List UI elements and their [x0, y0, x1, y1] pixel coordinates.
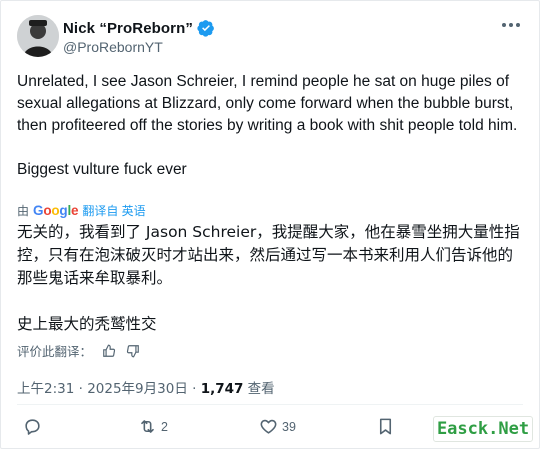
- translated-text: 无关的，我看到了 Jason Schreier，我提醒大家，他在暴雪坐拥大量性指…: [17, 223, 520, 333]
- views-count: 1,747: [200, 381, 244, 397]
- translation-prefix: 由: [17, 204, 30, 218]
- author-handle[interactable]: @ProRebornYT: [63, 39, 163, 55]
- avatar[interactable]: [17, 15, 59, 57]
- tweet-metadata: 上午2:31 · 2025年9月30日 · 1,747 查看: [17, 377, 275, 397]
- like-button[interactable]: 39: [259, 417, 296, 436]
- reply-button[interactable]: [23, 417, 46, 436]
- rate-translation-label: 评价此翻译：: [17, 344, 93, 359]
- tweet-timestamp[interactable]: 上午2:31 · 2025年9月30日 ·: [17, 381, 201, 397]
- site-watermark: Easck.Net: [433, 416, 533, 442]
- avatar-image: [17, 15, 59, 57]
- views-label: 查看: [243, 381, 275, 397]
- divider: [17, 404, 523, 405]
- thumbs-down-icon[interactable]: [126, 344, 140, 358]
- retweet-count: 2: [161, 419, 168, 434]
- bookmark-button[interactable]: [376, 417, 395, 436]
- translation-attribution: 由 Google 翻译自 英语: [17, 202, 146, 219]
- tweet-text: Unrelated, I see Jason Schreier, I remin…: [17, 73, 518, 178]
- reply-icon: [25, 419, 40, 435]
- translation-source-link[interactable]: 翻译自 英语: [82, 202, 145, 219]
- author-display-name[interactable]: Nick “ProReborn”: [63, 20, 193, 37]
- like-count: 39: [282, 419, 296, 434]
- bookmark-icon: [379, 418, 392, 435]
- verified-badge-icon: [197, 20, 214, 37]
- more-options-icon[interactable]: [501, 21, 521, 29]
- tweet-card: Nick “ProReborn” @ProRebornYT Unrelated,…: [0, 0, 540, 449]
- rate-translation-row: 评价此翻译：: [17, 341, 140, 360]
- heart-icon: [260, 419, 277, 434]
- google-logo: Google: [33, 203, 79, 218]
- author-name-row: Nick “ProReborn”: [63, 19, 215, 37]
- retweet-button[interactable]: 2: [138, 417, 168, 436]
- retweet-icon: [141, 420, 154, 433]
- thumbs-up-icon[interactable]: [102, 344, 116, 358]
